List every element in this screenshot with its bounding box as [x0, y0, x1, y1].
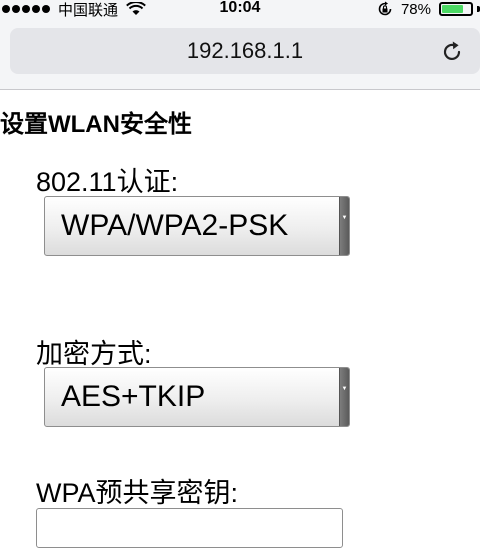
rotation-lock-icon — [378, 1, 392, 16]
address-url[interactable]: 192.168.1.1 — [10, 28, 480, 74]
psk-input[interactable] — [36, 508, 343, 548]
psk-label: WPA预共享密钥: — [36, 478, 238, 508]
section-title: 设置WLAN安全性 — [0, 111, 192, 138]
encryption-select[interactable]: AES+TKIP ▼ — [44, 367, 350, 427]
status-bar: 中国联通 10:04 78% — [0, 0, 480, 20]
status-bar-right: 78% — [377, 0, 480, 18]
auth-label: 802.11认证: — [36, 167, 179, 197]
dropdown-arrow-icon: ▼ — [339, 197, 349, 255]
battery-percent: 78% — [400, 0, 431, 18]
browser-toolbar: 192.168.1.1 — [0, 20, 480, 90]
reload-icon[interactable] — [440, 40, 464, 64]
battery-level-fill — [442, 5, 464, 13]
battery-icon — [439, 2, 473, 16]
auth-select[interactable]: WPA/WPA2-PSK ▼ — [44, 196, 350, 256]
dropdown-arrow-icon: ▼ — [339, 368, 349, 426]
encryption-label: 加密方式: — [36, 339, 152, 369]
encryption-select-value: AES+TKIP — [61, 380, 206, 413]
auth-select-value: WPA/WPA2-PSK — [61, 209, 289, 242]
address-bar[interactable]: 192.168.1.1 — [10, 28, 480, 74]
